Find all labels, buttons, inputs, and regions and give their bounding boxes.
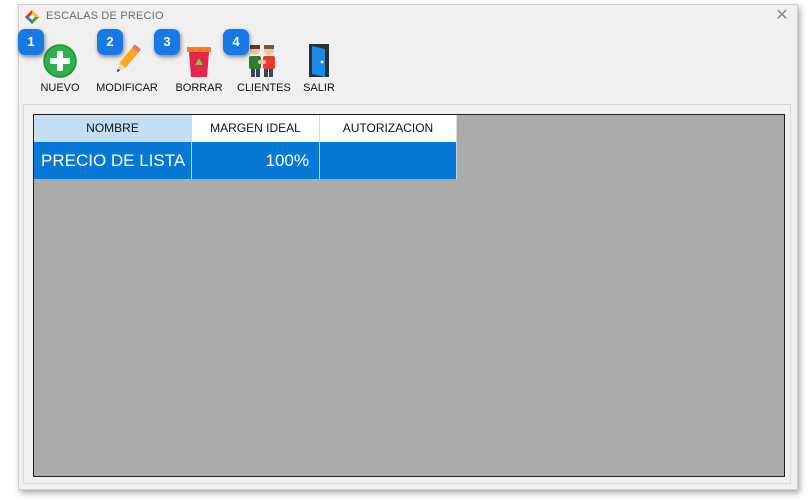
table-header-row: NOMBRE MARGEN IDEAL AUTORIZACION — [34, 115, 457, 142]
column-header-autorizacion[interactable]: AUTORIZACION — [320, 115, 457, 142]
price-scales-table: NOMBRE MARGEN IDEAL AUTORIZACION PRECIO … — [34, 115, 457, 179]
grid-panel: NOMBRE MARGEN IDEAL AUTORIZACION PRECIO … — [23, 104, 791, 484]
callout-badge-4: 4 — [223, 29, 249, 55]
column-header-nombre[interactable]: NOMBRE — [34, 115, 192, 142]
app-logo-icon — [25, 10, 39, 24]
plus-circle-icon — [43, 44, 77, 78]
nuevo-button[interactable]: NUEVO — [38, 41, 82, 94]
clients-handshake-icon — [249, 45, 275, 77]
table-row[interactable]: PRECIO DE LISTA 100% — [34, 142, 457, 179]
borrar-label: BORRAR — [175, 82, 223, 94]
window-title: ESCALAS DE PRECIO — [46, 10, 164, 22]
borrar-button[interactable]: BORRAR — [175, 41, 223, 94]
price-scales-grid[interactable]: NOMBRE MARGEN IDEAL AUTORIZACION PRECIO … — [33, 114, 785, 477]
callout-badge-2: 2 — [97, 29, 123, 55]
callout-badge-3: 3 — [154, 29, 180, 55]
cell-autorizacion[interactable] — [320, 142, 457, 179]
modificar-label: MODIFICAR — [96, 82, 158, 94]
salir-label: SALIR — [303, 82, 335, 94]
column-header-margen-ideal[interactable]: MARGEN IDEAL — [192, 115, 320, 142]
nuevo-label: NUEVO — [40, 82, 80, 94]
title-bar: ESCALAS DE PRECIO ✕ — [19, 5, 797, 29]
price-scales-window: ESCALAS DE PRECIO ✕ NUEVO MODIFICAR BORR… — [18, 4, 798, 490]
cell-margen-ideal[interactable]: 100% — [192, 142, 320, 179]
cell-nombre[interactable]: PRECIO DE LISTA — [34, 142, 192, 179]
recycle-bin-icon — [187, 47, 211, 77]
salir-button[interactable]: SALIR — [299, 41, 339, 94]
close-button[interactable]: ✕ — [773, 7, 791, 25]
exit-door-icon — [309, 44, 329, 77]
callout-badge-1: 1 — [18, 29, 44, 55]
clientes-label: CLIENTES — [237, 82, 291, 94]
